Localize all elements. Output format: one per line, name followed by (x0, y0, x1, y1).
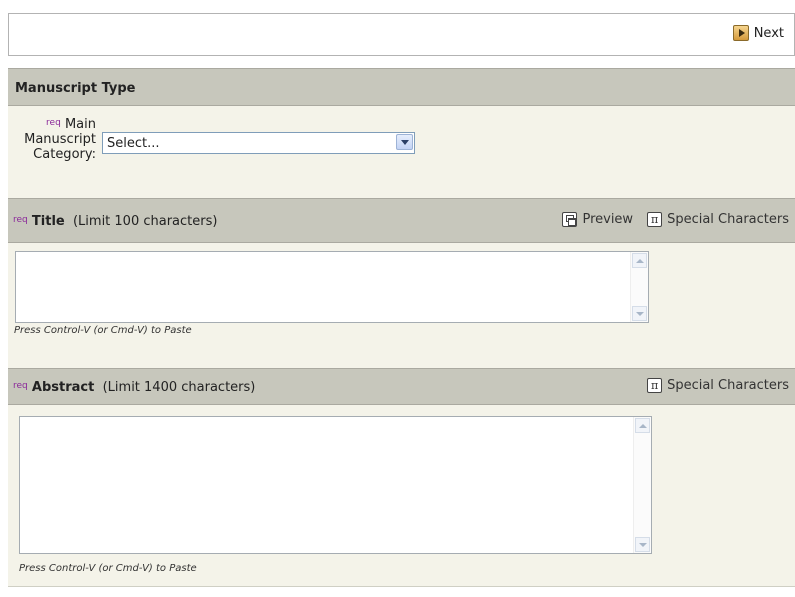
scroll-down-icon[interactable] (635, 537, 650, 552)
abstract-header: req Abstract (Limit 1400 characters) π S… (8, 368, 795, 405)
title-panel: Press Control-V (or Cmd-V) to Paste (8, 243, 795, 368)
chevron-down-icon[interactable] (396, 134, 413, 150)
main-category-selected-value: Select... (107, 135, 160, 151)
scroll-up-icon[interactable] (635, 418, 650, 433)
preview-label: Preview (582, 212, 634, 227)
special-characters-label: Special Characters (667, 212, 789, 227)
required-marker: req (46, 118, 61, 128)
next-arrow-icon (732, 25, 749, 41)
pi-icon: π (647, 378, 663, 393)
next-label: Next (753, 25, 784, 41)
title-scrollbar[interactable] (630, 252, 648, 322)
pi-icon: π (647, 212, 663, 227)
abstract-header-label: req Abstract (Limit 1400 characters) (13, 380, 255, 395)
window-icon (562, 212, 578, 227)
title-paste-hint: Press Control-V (or Cmd-V) to Paste (14, 325, 192, 336)
title-special-characters-button[interactable]: π Special Characters (647, 212, 789, 227)
special-characters-label: Special Characters (667, 378, 789, 393)
title-textarea[interactable] (15, 251, 649, 323)
main-category-select[interactable]: Select... (102, 132, 415, 154)
abstract-limit-text: (Limit 1400 characters) (102, 380, 256, 395)
manuscript-type-title: Manuscript Type (15, 81, 136, 96)
manuscript-type-panel: req Main Manuscript Category: Select... (8, 106, 795, 198)
scroll-up-icon[interactable] (632, 253, 647, 268)
abstract-paste-hint: Press Control-V (or Cmd-V) to Paste (19, 563, 197, 574)
title-limit-text: (Limit 100 characters) (72, 214, 218, 229)
main-category-label-line1: Main (64, 117, 96, 132)
main-category-label: req Main Manuscript Category: (12, 116, 96, 162)
scroll-down-icon[interactable] (632, 306, 647, 321)
bottom-divider (8, 586, 795, 587)
abstract-scrollbar[interactable] (633, 417, 651, 553)
required-marker: req (13, 215, 28, 225)
top-nav-bar: Next (8, 13, 795, 56)
main-category-label-line3: Category: (33, 147, 96, 162)
preview-button[interactable]: Preview (562, 212, 633, 227)
next-button[interactable]: Next (732, 25, 784, 41)
abstract-special-characters-button[interactable]: π Special Characters (647, 378, 789, 393)
main-category-label-line2: Manuscript (24, 132, 96, 147)
title-label: Title (31, 214, 65, 229)
title-header-label: req Title (Limit 100 characters) (13, 214, 217, 229)
abstract-label: Abstract (31, 380, 95, 395)
manuscript-type-header: Manuscript Type (8, 68, 795, 106)
title-header: req Title (Limit 100 characters) Preview… (8, 198, 795, 243)
abstract-textarea[interactable] (19, 416, 652, 554)
abstract-panel: Press Control-V (or Cmd-V) to Paste (8, 405, 795, 586)
required-marker: req (13, 381, 28, 391)
